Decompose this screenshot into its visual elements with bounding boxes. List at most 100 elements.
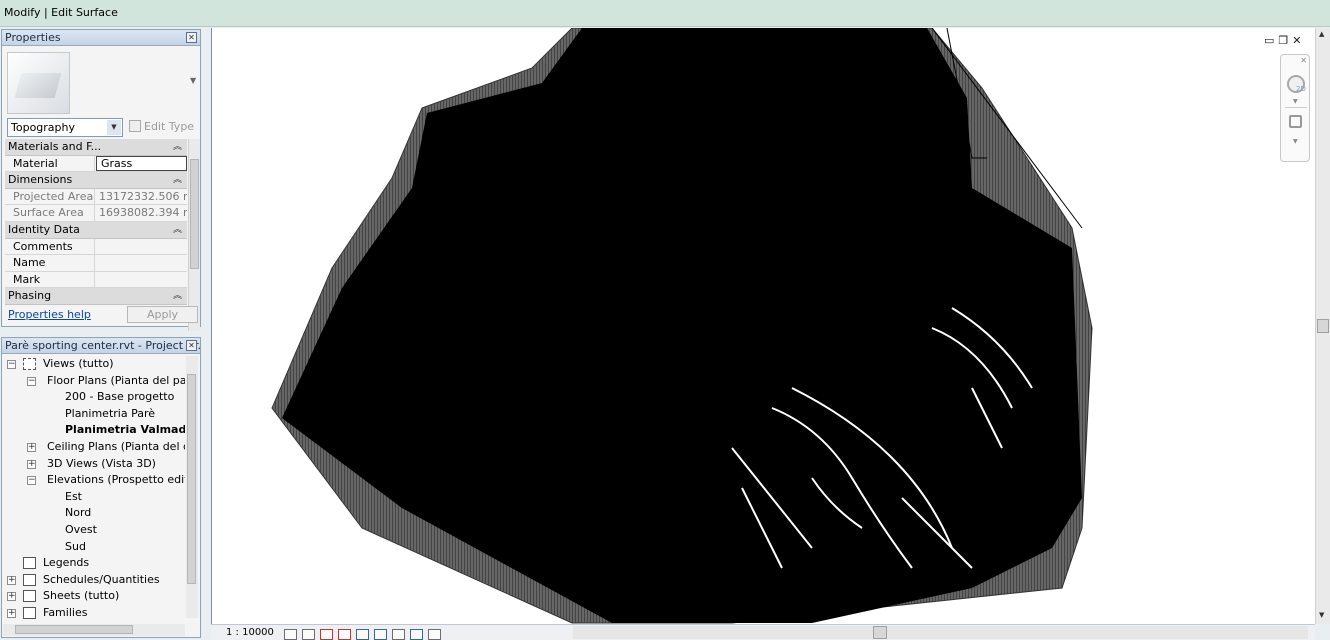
property-row-mark[interactable]: Mark bbox=[5, 271, 187, 289]
shadows-icon[interactable] bbox=[338, 628, 351, 640]
tree-item-legends[interactable]: Legends bbox=[3, 555, 185, 572]
property-row-comments[interactable]: Comments bbox=[5, 238, 187, 256]
properties-scrollbar[interactable] bbox=[188, 139, 200, 331]
title-bar: Modify | Edit Surface bbox=[0, 0, 1330, 27]
tree-item-label: Nord bbox=[65, 506, 92, 520]
tree-item-view[interactable]: Nord bbox=[3, 505, 185, 522]
sun-path-icon[interactable] bbox=[320, 628, 333, 640]
type-selector[interactable]: Topography ▼ bbox=[7, 118, 123, 137]
view-scale[interactable]: 1 : 10000 bbox=[226, 627, 274, 638]
group-identity-data[interactable]: Identity Data ︽ bbox=[5, 221, 187, 239]
tree-item-sheets[interactable]: + Sheets (tutto) bbox=[3, 588, 185, 605]
properties-help-link[interactable]: Properties help bbox=[8, 308, 91, 321]
property-row-material[interactable]: Material Grass bbox=[5, 155, 187, 173]
edit-type-button[interactable]: Edit Type bbox=[129, 120, 194, 133]
tree-item-view-active[interactable]: Planimetria Valmadrera bbox=[3, 422, 185, 439]
tree-item-elevations[interactable]: − Elevations (Prospetto edificio bbox=[3, 472, 185, 489]
steering-wheel-icon[interactable]: 2D bbox=[1287, 75, 1306, 93]
collapse-icon[interactable]: ︽ bbox=[173, 222, 182, 238]
chevron-down-icon[interactable]: ▼ bbox=[190, 76, 196, 85]
restore-icon[interactable]: ❐ bbox=[1278, 34, 1292, 47]
tree-item-ceiling-plans[interactable]: + Ceiling Plans (Pianta del con bbox=[3, 439, 185, 456]
tree-item-families[interactable]: + Families bbox=[3, 605, 185, 622]
browser-tree: − Views (tutto) − Floor Plans (Pianta del … bbox=[3, 356, 185, 622]
tree-item-label: 200 - Base progetto bbox=[65, 390, 175, 404]
view-tools bbox=[284, 627, 446, 640]
material-field[interactable]: Grass bbox=[96, 155, 187, 171]
collapse-icon[interactable]: ︽ bbox=[173, 172, 182, 188]
crop-view-icon[interactable] bbox=[356, 628, 369, 640]
expand-toggle[interactable]: + bbox=[7, 608, 16, 618]
scroll-thumb[interactable] bbox=[187, 374, 196, 584]
type-preview-image bbox=[7, 52, 70, 114]
tree-item-label: Floor Plans (Pianta del pavim bbox=[47, 373, 185, 387]
show-crop-icon[interactable] bbox=[374, 628, 387, 640]
close-icon[interactable]: ✕ bbox=[1300, 56, 1307, 65]
group-dimensions[interactable]: Dimensions ︽ bbox=[5, 172, 187, 189]
group-phasing[interactable]: Phasing ︽ bbox=[5, 288, 187, 305]
view-control-bar: 1 : 10000 bbox=[211, 624, 1315, 640]
view-vertical-scrollbar[interactable]: ▲ ▼ bbox=[1315, 28, 1330, 624]
divider bbox=[1285, 107, 1307, 108]
group-materials[interactable]: Materials and F... ︽ bbox=[5, 139, 187, 156]
temporary-hide-icon[interactable] bbox=[392, 628, 405, 640]
detail-level-icon[interactable] bbox=[284, 628, 297, 640]
group-label: Identity Data bbox=[8, 222, 80, 236]
chevron-down-icon[interactable]: ▼ bbox=[107, 120, 121, 135]
tree-item-label: Planimetria Valmadrera bbox=[65, 423, 185, 437]
expand-toggle[interactable]: + bbox=[7, 575, 16, 585]
schedules-icon bbox=[23, 573, 36, 586]
tree-item-view[interactable]: Ovest bbox=[3, 522, 185, 539]
scroll-thumb[interactable] bbox=[873, 626, 887, 639]
collapse-toggle[interactable]: − bbox=[27, 476, 36, 486]
tree-item-label: Families bbox=[43, 605, 88, 619]
drawing-area[interactable] bbox=[211, 28, 1315, 624]
zoom-icon[interactable] bbox=[1289, 115, 1302, 128]
sheets-icon bbox=[23, 590, 36, 603]
collapse-toggle[interactable]: − bbox=[7, 360, 16, 369]
tree-item-view[interactable]: Sud bbox=[3, 539, 185, 556]
reveal-hidden-icon[interactable] bbox=[410, 628, 423, 640]
group-label: Materials and F... bbox=[8, 140, 102, 153]
property-row-name[interactable]: Name bbox=[5, 255, 187, 272]
close-icon[interactable]: ✕ bbox=[1292, 34, 1305, 47]
minimize-icon[interactable]: ▭ bbox=[1264, 34, 1278, 47]
wheel-label: 2D bbox=[1296, 85, 1306, 93]
expand-toggle[interactable]: + bbox=[7, 592, 16, 602]
tree-item-floor-plans[interactable]: − Floor Plans (Pianta del pavim bbox=[3, 373, 185, 390]
scroll-thumb[interactable] bbox=[190, 159, 199, 269]
properties-palette: Properties ✕ ▼ Topography ▼ Edit Type Ma… bbox=[1, 29, 201, 331]
close-icon[interactable]: ✕ bbox=[186, 32, 197, 43]
property-key: Surface Area bbox=[5, 205, 95, 221]
tree-item-schedules[interactable]: + Schedules/Quantities bbox=[3, 572, 185, 589]
view-horizontal-scrollbar[interactable] bbox=[573, 626, 1308, 639]
scroll-thumb[interactable] bbox=[15, 625, 133, 634]
tree-item-label: Schedules/Quantities bbox=[43, 572, 160, 586]
apply-button[interactable]: Apply bbox=[127, 306, 198, 323]
visual-style-icon[interactable] bbox=[302, 628, 315, 640]
tree-item-label: Est bbox=[65, 489, 82, 503]
scroll-down-icon[interactable]: ▼ bbox=[1319, 611, 1324, 619]
browser-scrollbar[interactable] bbox=[186, 356, 198, 618]
tree-item-views[interactable]: − Views (tutto) bbox=[3, 356, 185, 373]
tree-item-view[interactable]: Est bbox=[3, 489, 185, 506]
tree-item-3d-views[interactable]: +3D Views (Vista 3D) bbox=[3, 456, 185, 473]
tree-item-view[interactable]: Planimetria Parè bbox=[3, 406, 185, 423]
expand-toggle[interactable]: + bbox=[27, 442, 36, 452]
tree-item-view[interactable]: 200 - Base progetto bbox=[3, 389, 185, 406]
group-label: Dimensions bbox=[8, 173, 73, 187]
collapse-icon[interactable]: ︽ bbox=[173, 139, 182, 155]
analytical-model-icon[interactable] bbox=[428, 628, 441, 640]
browser-hscrollbar[interactable] bbox=[3, 624, 185, 636]
scroll-thumb[interactable] bbox=[1317, 319, 1329, 333]
expand-toggle[interactable]: + bbox=[27, 459, 36, 469]
collapse-toggle[interactable]: − bbox=[27, 376, 36, 386]
chevron-down-icon[interactable]: ▼ bbox=[1293, 138, 1298, 145]
close-icon[interactable]: ✕ bbox=[186, 340, 197, 351]
properties-grid: Materials and F... ︽ Material Grass Dimens… bbox=[5, 139, 187, 305]
topography-surface[interactable] bbox=[212, 28, 1315, 624]
collapse-icon[interactable]: ︽ bbox=[173, 288, 182, 304]
scroll-up-icon[interactable]: ▲ bbox=[1319, 30, 1324, 38]
chevron-down-icon[interactable]: ▼ bbox=[1293, 98, 1298, 105]
tree-item-label: Elevations (Prospetto edificio bbox=[47, 473, 185, 487]
